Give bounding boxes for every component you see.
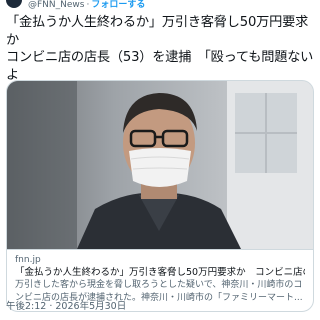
author-handle[interactable]: @FNN_News [28,0,84,11]
avatar[interactable] [6,0,22,8]
news-photo [7,81,313,249]
card-image[interactable] [7,81,313,249]
tweet-header: @FNN_News · フォローする [0,0,320,11]
tweet-timestamp[interactable]: 午後2:12 · 2026年5月30日 [6,300,126,314]
header-separator: · [86,0,90,10]
card-title[interactable]: 「金払うか人生終わるか」万引き客脅し50万円要求か コンビニ店の... [15,266,305,279]
follow-button[interactable]: フォローする [91,0,145,11]
link-card[interactable]: fnn.jp 「金払うか人生終わるか」万引き客脅し50万円要求か コンビニ店の.… [6,80,314,312]
card-domain: fnn.jp [15,255,41,265]
